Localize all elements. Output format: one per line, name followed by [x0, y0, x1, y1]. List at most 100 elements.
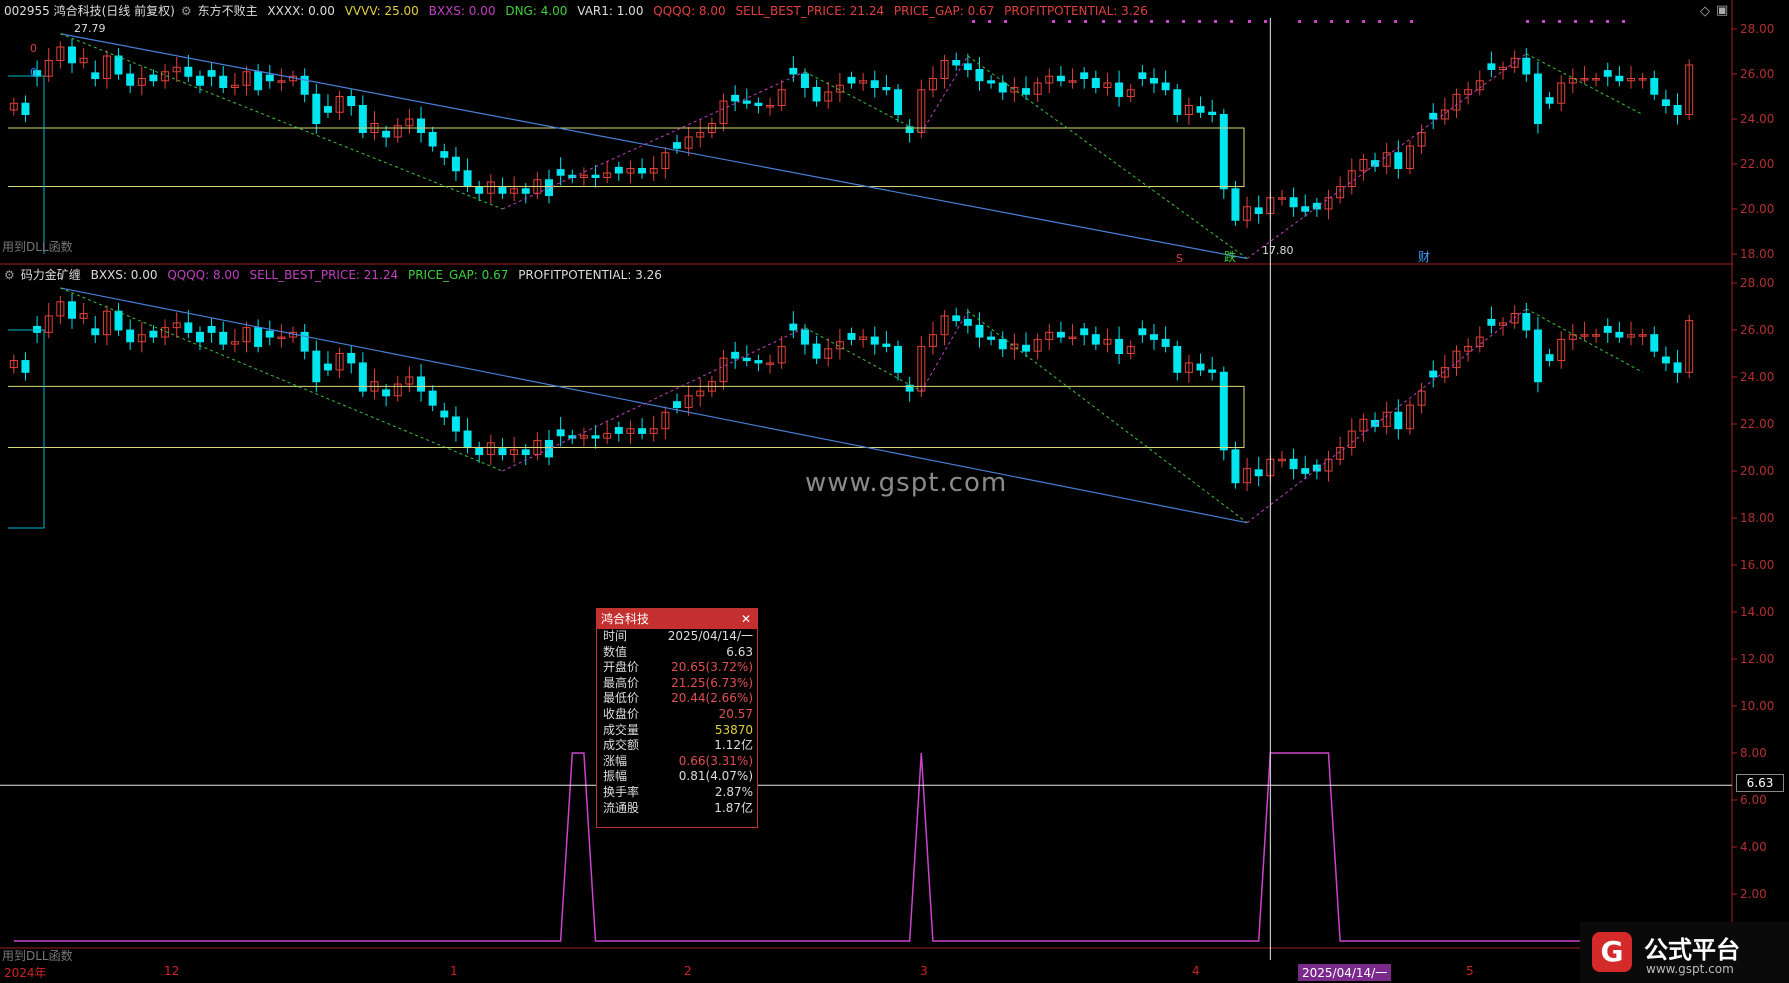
candle: [1173, 89, 1182, 115]
candle: [114, 310, 123, 331]
candle: [67, 301, 76, 319]
signal-dot: [1314, 20, 1317, 23]
signal-dot: [1574, 20, 1577, 23]
y-tick-label: 4.00: [1740, 840, 1767, 854]
diamond-icon[interactable]: ◇: [1700, 4, 1710, 19]
candle: [1173, 345, 1182, 373]
candle: [638, 428, 647, 434]
dll-note: 用到DLL函数: [2, 240, 73, 254]
y-tick-label: 22.00: [1740, 417, 1774, 431]
signal-dot: [1542, 20, 1545, 23]
signal-dot: [1068, 20, 1071, 23]
candle: [975, 69, 984, 82]
candle: [1091, 334, 1100, 345]
candle: [1219, 114, 1228, 190]
candle: [347, 96, 356, 106]
zigzag-mid: [60, 287, 503, 472]
candle: [1312, 464, 1321, 472]
zigzag-mid: [502, 327, 806, 472]
zigzag-top: [60, 33, 503, 210]
signal-dot: [1298, 20, 1301, 23]
candle: [1615, 75, 1624, 82]
brand-name: 公式平台: [1644, 936, 1740, 964]
brand-badge: G 公式平台 www.gspt.com: [1580, 922, 1789, 983]
signal-die: 跌: [1224, 250, 1237, 264]
tooltip-row: 最高价 21.25(6.73%): [597, 676, 757, 692]
value-dng: DNG: 4.00: [505, 4, 568, 18]
candle: [1522, 313, 1531, 331]
candle: [323, 106, 332, 113]
signal-dot: [1102, 20, 1105, 23]
candle: [67, 46, 76, 64]
value-price-gap-2: PRICE_GAP: 0.67: [407, 268, 509, 282]
tooltip-row-label: 振幅: [603, 769, 628, 784]
candle: [1371, 160, 1380, 167]
restore-window-icon[interactable]: ▣: [1716, 3, 1728, 18]
signal-dot: [1410, 20, 1413, 23]
tooltip-row-label: 换手率: [603, 784, 640, 799]
tooltip-row-label: 涨幅: [603, 753, 628, 768]
signal-dot: [988, 20, 991, 23]
candle: [1022, 88, 1031, 95]
zigzag-top: [502, 71, 806, 210]
candle: [1138, 72, 1147, 79]
signal-dot: [1330, 20, 1333, 23]
candle: [800, 329, 809, 345]
high-label: 27.79: [74, 22, 106, 35]
candle: [591, 174, 600, 178]
close-icon[interactable]: ✕: [741, 609, 751, 629]
x-label-2: 2: [684, 964, 692, 978]
candle: [1603, 325, 1612, 333]
gear-icon[interactable]: ⚙: [4, 268, 15, 282]
support-line-top: [8, 127, 1245, 171]
candle: [1650, 78, 1659, 95]
candle: [894, 89, 903, 115]
candle: [1545, 97, 1554, 104]
candle: [742, 100, 751, 104]
candle: [195, 331, 204, 343]
candle: [451, 156, 460, 172]
signal-dot: [1166, 20, 1169, 23]
tooltip-panel[interactable]: 鸿合科技 ✕ 时间 2025/04/14/一 数值 6.63 开盘价 20.65(3.72%…: [596, 608, 758, 828]
zigzag-mid: [1246, 308, 1527, 524]
candle: [219, 75, 228, 88]
gear-icon[interactable]: ⚙: [181, 4, 192, 18]
y-tick-label: 14.00: [1740, 605, 1774, 619]
candle: [789, 67, 798, 75]
header-main: 002955 鸿合科技(日线 前复权) ⚙ 东方不败主 XXXX: 0.00 VVV…: [4, 2, 1154, 20]
candle: [975, 324, 984, 338]
candle: [1115, 82, 1124, 97]
signal-dot: [1378, 20, 1381, 23]
x-label-5: 5: [1466, 964, 1474, 978]
tooltip-row-label: 开盘价: [603, 660, 640, 675]
tooltip-row-value: 53870: [714, 722, 753, 737]
y-tick-label: 10.00: [1740, 699, 1774, 713]
candle: [1208, 369, 1217, 373]
zero-label-red: 0: [30, 42, 37, 55]
candle: [812, 87, 821, 102]
indicator-name-2: 码力金矿缠: [20, 268, 81, 282]
candle: [149, 330, 158, 338]
candle: [614, 166, 623, 174]
candle: [789, 323, 798, 331]
value-profit-potential: PROFITPOTENTIAL: 3.26: [1004, 4, 1148, 18]
candle: [987, 336, 996, 340]
candle: [1650, 334, 1659, 352]
candle: [1115, 338, 1124, 354]
candle: [1603, 70, 1612, 77]
tooltip-row-label: 时间: [603, 629, 628, 643]
candle: [463, 170, 472, 187]
signal-dot: [1346, 20, 1349, 23]
signal-dot: [1606, 20, 1609, 23]
candle: [1661, 356, 1670, 364]
signal-dot: [1590, 20, 1593, 23]
signal-dot: [1214, 20, 1217, 23]
candle: [417, 118, 426, 133]
y-tick-label: 28.00: [1740, 276, 1774, 290]
candle: [1312, 202, 1321, 210]
signal-dot: [1362, 20, 1365, 23]
candle: [812, 343, 821, 359]
candle: [451, 416, 460, 432]
value-profit-potential-2: PROFITPOTENTIAL: 3.26: [518, 268, 662, 282]
watermark: www.gspt.com: [805, 468, 1008, 498]
